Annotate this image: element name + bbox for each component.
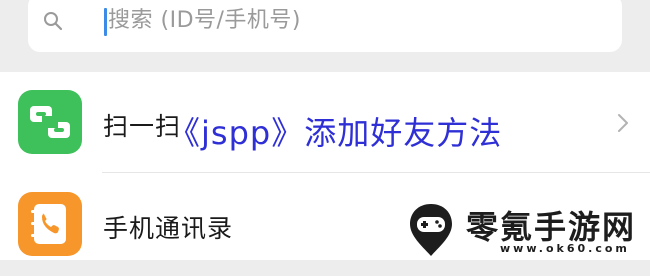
search-area	[0, 0, 650, 72]
overlay-title: 《jspp》添加好友方法	[168, 114, 503, 152]
gamepad-pin-icon	[410, 204, 452, 256]
text-cursor	[104, 8, 107, 36]
scan-icon	[18, 90, 82, 154]
scan-icon-graphic	[30, 106, 70, 138]
divider	[102, 172, 650, 173]
search-icon	[44, 12, 63, 31]
watermark: 零氪手游网 www.ok60.com	[404, 198, 644, 258]
search-input[interactable]	[108, 6, 608, 36]
contacts-book-icon	[18, 192, 82, 256]
search-box[interactable]	[28, 0, 622, 52]
contacts-book-graphic	[31, 204, 66, 244]
watermark-url: www.ok60.com	[500, 242, 630, 255]
list-item-label: 手机通讯录	[103, 214, 234, 243]
chevron-right-icon	[618, 114, 628, 132]
